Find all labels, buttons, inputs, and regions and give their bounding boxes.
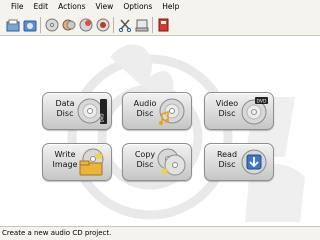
audio-disc-button[interactable]: Audio Disc	[122, 92, 192, 130]
burn-icon[interactable]	[77, 16, 94, 33]
data-disc-icon: DVD	[77, 98, 107, 124]
audio-disc-icon	[159, 98, 185, 125]
menu-file[interactable]: File	[6, 0, 29, 14]
menu-help[interactable]: Help	[157, 0, 184, 14]
copy-disc-icon	[157, 148, 186, 176]
menu-actions[interactable]: Actions	[53, 0, 90, 14]
erase-icon[interactable]	[94, 16, 111, 33]
copy-disc-button[interactable]: Copy Disc	[122, 143, 192, 181]
toolbar-separator	[152, 16, 153, 33]
dvd-badge: DVD	[257, 99, 267, 105]
device-icon[interactable]	[133, 16, 150, 33]
new-project-icon[interactable]	[4, 16, 21, 33]
read-disc-icon	[241, 149, 267, 175]
burner-app-window: File Edit Actions View Options Help Data…	[0, 0, 320, 240]
video-disc-button[interactable]: Video Disc DVD	[204, 92, 274, 130]
data-disc-button[interactable]: Data Disc DVD	[42, 92, 112, 130]
read-disc-button[interactable]: Read Disc	[204, 143, 274, 181]
video-disc-icon: DVD	[241, 97, 268, 125]
menu-options[interactable]: Options	[118, 0, 157, 14]
dvd-badge: DVD	[100, 114, 105, 123]
open-project-icon[interactable]	[21, 16, 38, 33]
project-area: Data Disc DVD Audio Disc Video Disc DVD …	[0, 37, 320, 226]
exit-icon[interactable]	[155, 16, 172, 33]
audio-cd-icon[interactable]	[43, 16, 60, 33]
watermark-logo	[67, 44, 305, 222]
toolbar-separator	[40, 16, 41, 33]
menu-edit[interactable]: Edit	[29, 0, 54, 14]
status-text: Create a new audio CD project.	[2, 229, 112, 237]
status-bar: Create a new audio CD project.	[0, 226, 320, 240]
menu-bar: File Edit Actions View Options Help	[0, 0, 320, 14]
cut-icon[interactable]	[116, 16, 133, 33]
menu-view[interactable]: View	[91, 0, 119, 14]
write-image-icon	[79, 148, 104, 176]
copy-disc-icon[interactable]	[60, 16, 77, 33]
toolbar-separator	[113, 16, 114, 33]
write-image-button[interactable]: Write Image	[42, 143, 112, 181]
toolbar	[0, 14, 320, 36]
